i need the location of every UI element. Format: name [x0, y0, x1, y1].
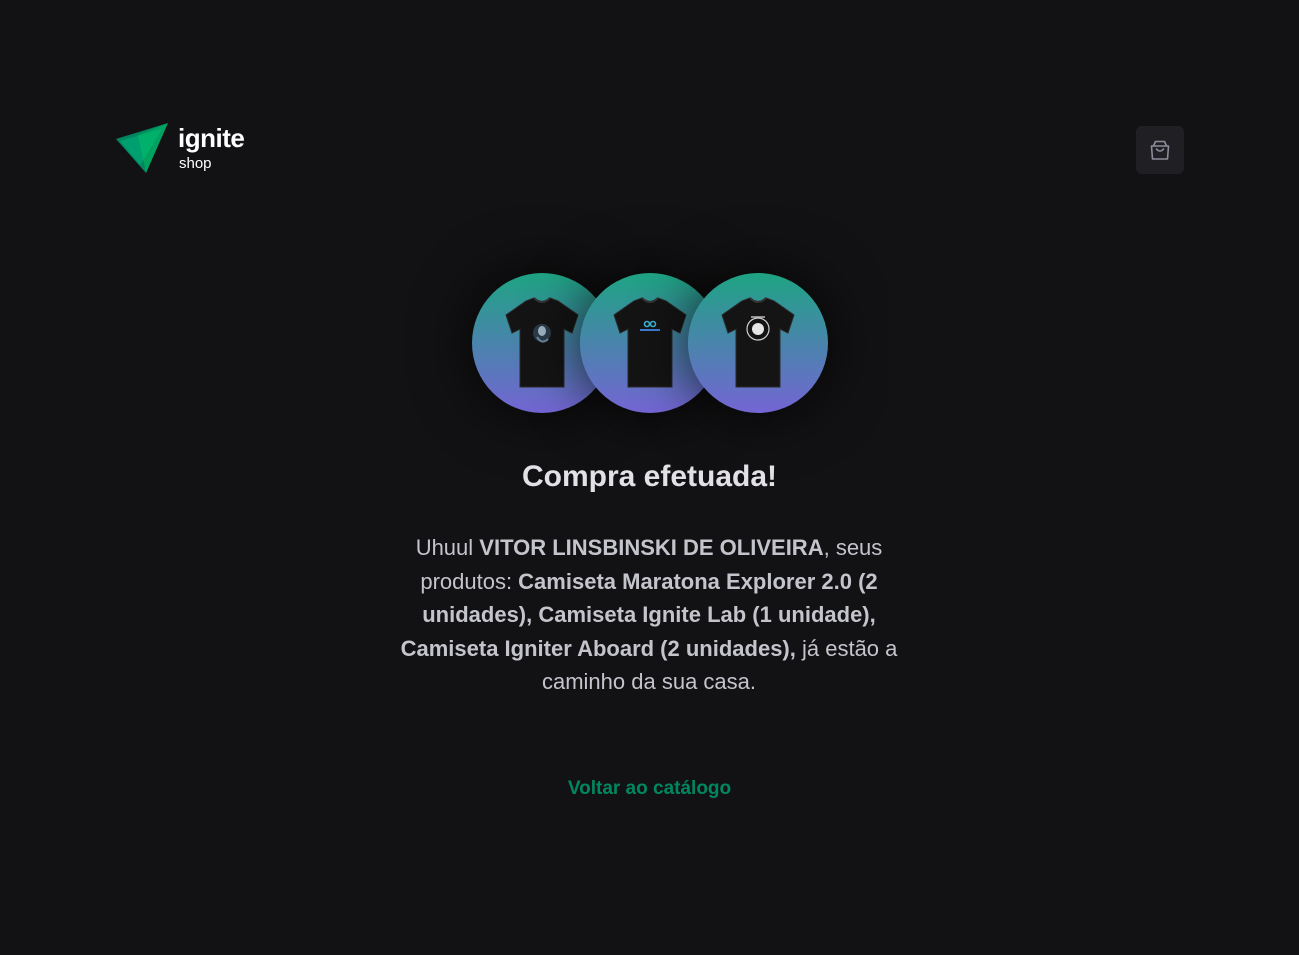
- tshirt-ignite-lab-icon: [613, 297, 687, 388]
- success-page: ignite shop Compra efetuada! Uhuul VITOR…: [0, 0, 1299, 955]
- back-to-catalog-link[interactable]: Voltar ao catálogo: [0, 778, 1299, 800]
- logo-text: ignite shop: [178, 123, 245, 172]
- logo-link[interactable]: ignite shop: [116, 120, 245, 176]
- message-greeting: Uhuul: [415, 535, 480, 560]
- cart-button[interactable]: [1136, 126, 1184, 174]
- logo-sub: shop: [179, 155, 212, 172]
- success-message: Uhuul VITOR LINSBINSKI DE OLIVEIRA, seus…: [384, 531, 914, 699]
- tshirt-igniter-aboard-icon: [721, 297, 795, 388]
- customer-name: VITOR LINSBINSKI DE OLIVEIRA: [479, 535, 824, 560]
- page-title: Compra efetuada!: [521, 460, 778, 493]
- tshirt-explorer-icon: [505, 297, 579, 388]
- purchased-products: [472, 273, 828, 413]
- logo-word: ignite: [178, 123, 245, 153]
- header: ignite shop: [116, 120, 1184, 176]
- product-image-igniter-aboard: [688, 273, 828, 413]
- shopping-bag-icon: [1150, 140, 1170, 160]
- ignite-logo-icon: [116, 123, 168, 173]
